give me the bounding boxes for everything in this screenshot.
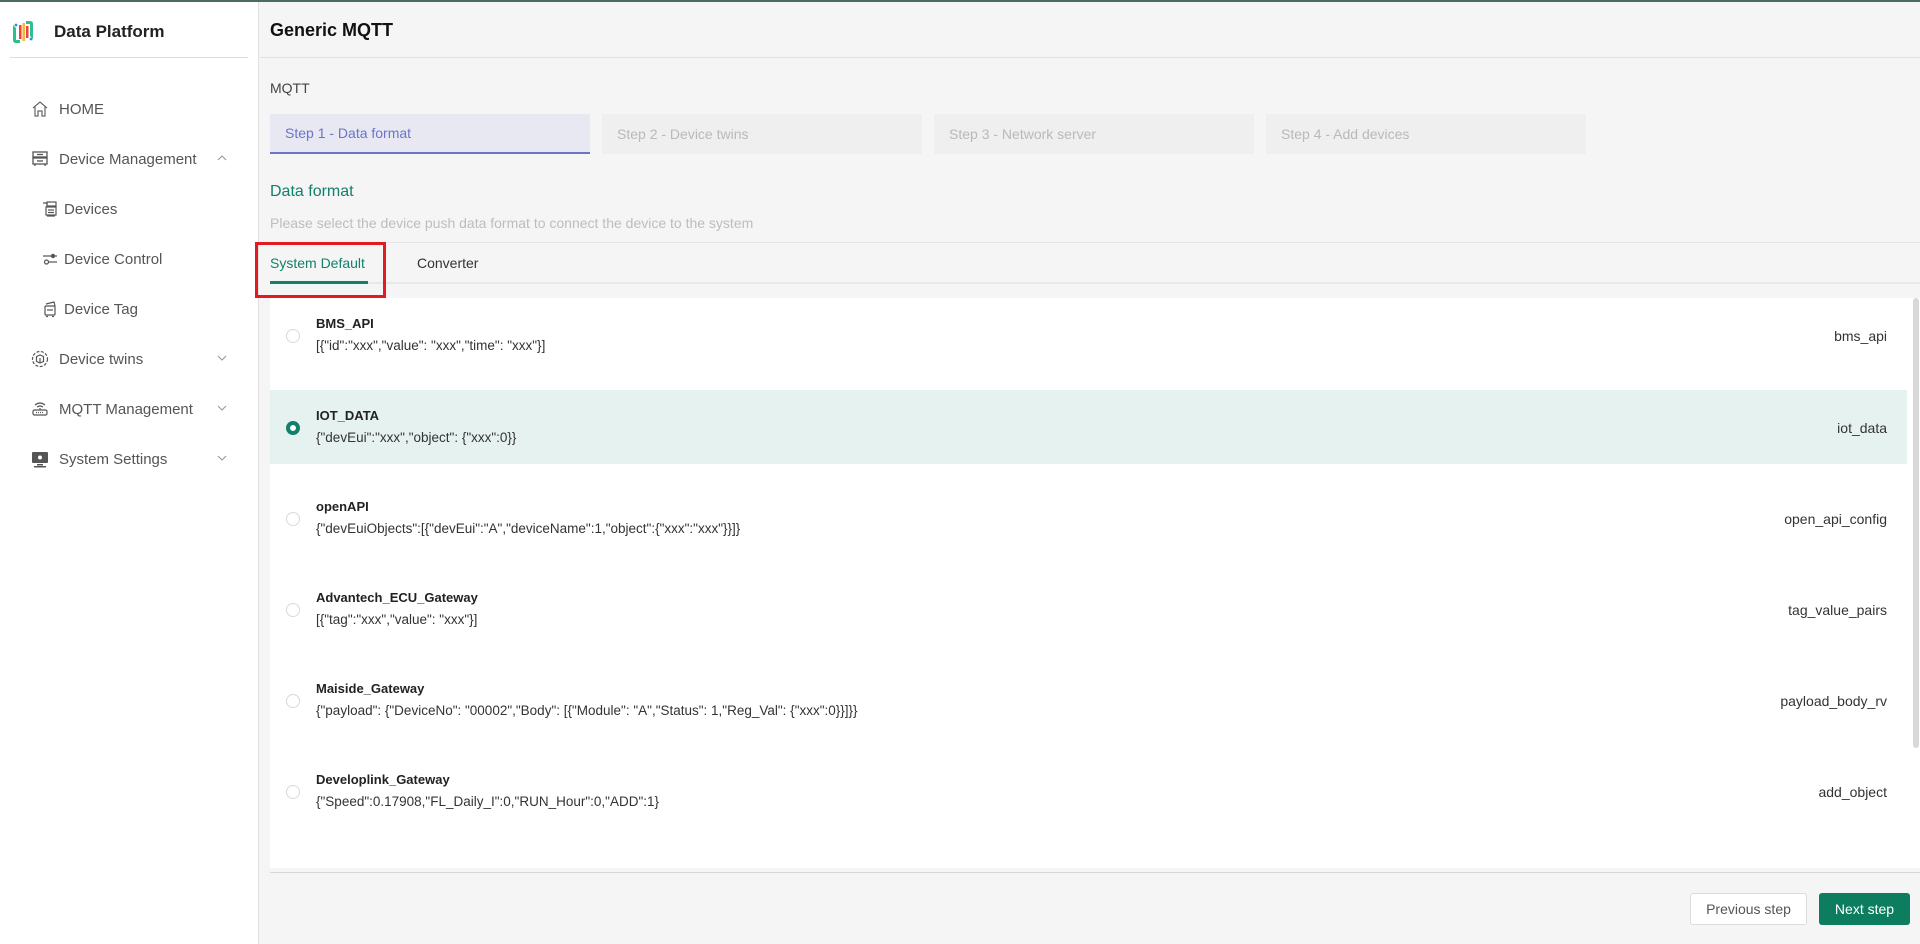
chevron-down-icon[interactable] [215,401,229,415]
sidebar-nav: HOME Device Management Devices Device Co… [0,84,259,484]
format-sample: {"devEuiObjects":[{"devEui":"A","deviceN… [316,521,741,536]
radio-button[interactable] [286,785,300,799]
sidebar-item-label: Device twins [59,350,144,368]
sidebar-item-label: Device Management [59,150,197,168]
radio-button[interactable] [286,329,300,343]
format-tabs: System Default Converter [270,242,1920,284]
sliders-icon [40,249,60,269]
format-name: Advantech_ECU_Gateway [316,590,478,605]
format-key: add_object [1818,784,1887,800]
tag-device-icon [40,299,60,319]
section-title: Data format [270,183,354,200]
sidebar-item-label: Device Control [64,250,163,268]
devices-icon [40,199,60,219]
list-item[interactable]: Advantech_ECU_Gateway [{"tag":"xxx","val… [270,572,1907,646]
format-sample: {"Speed":0.17908,"FL_Daily_I":0,"RUN_Hou… [316,794,660,809]
list-item[interactable]: Developlink_Gateway {"Speed":0.17908,"FL… [270,754,1907,828]
home-icon [30,99,50,119]
app-logo-icon [13,21,33,43]
sidebar-item-device-twins[interactable]: Device twins [0,334,259,384]
page-header: Generic MQTT [260,2,1920,58]
format-sample: {"payload": {"DeviceNo": "00002","Body":… [316,703,858,718]
format-key: tag_value_pairs [1788,602,1887,618]
chevron-up-icon[interactable] [215,151,229,165]
format-name: openAPI [316,499,369,514]
monitor-icon [30,449,50,469]
step-add-devices[interactable]: Step 4 - Add devices [1266,114,1586,154]
sidebar-item-label: MQTT Management [59,400,193,418]
format-name: IOT_DATA [316,408,380,423]
brand-divider [10,57,248,58]
sidebar-item-label: System Settings [59,450,168,468]
format-sample: [{"id":"xxx","value": "xxx","time": "xxx… [316,338,546,353]
stepper: Step 1 - Data format Step 2 - Device twi… [270,114,1586,154]
sidebar-item-devices[interactable]: Devices [0,184,259,234]
footer-divider [270,872,1920,873]
radio-button[interactable] [286,421,300,435]
app-name: Data Platform [54,22,165,41]
radio-button[interactable] [286,694,300,708]
format-sample: {"devEui":"xxx","object": {"xxx":0}} [316,430,517,445]
active-tab-indicator [270,281,368,284]
chevron-down-icon[interactable] [215,451,229,465]
step-data-format[interactable]: Step 1 - Data format [270,114,590,154]
list-item[interactable]: Maiside_Gateway {"payload": {"DeviceNo":… [270,663,1907,737]
brand[interactable]: Data Platform [10,14,165,50]
tab-converter[interactable]: Converter [417,255,478,271]
sidebar-item-label: Device Tag [64,300,138,318]
sidebar-item-mqtt-management[interactable]: MQTT Management [0,384,259,434]
sidebar-item-home[interactable]: HOME [0,84,259,134]
sidebar-item-device-tag[interactable]: Device Tag [0,284,259,334]
next-step-button[interactable]: Next step [1819,893,1910,925]
sidebar-item-device-management[interactable]: Device Management [0,134,259,184]
format-name: BMS_API [316,316,374,331]
sidebar-item-device-control[interactable]: Device Control [0,234,259,284]
server-icon [30,149,50,169]
list-item[interactable]: IOT_DATA {"devEui":"xxx","object": {"xxx… [270,390,1907,464]
page-title: Generic MQTT [270,20,394,40]
breadcrumb: MQTT [270,80,310,96]
format-sample: [{"tag":"xxx","value": "xxx"}] [316,612,478,627]
format-list: BMS_API [{"id":"xxx","value": "xxx","tim… [270,298,1920,868]
list-scrollbar[interactable] [1913,298,1919,748]
step-network-server[interactable]: Step 3 - Network server [934,114,1254,154]
format-key: open_api_config [1784,511,1887,527]
format-name: Maiside_Gateway [316,681,425,696]
sidebar-item-label: HOME [59,100,104,118]
previous-step-button[interactable]: Previous step [1690,893,1807,925]
radio-button[interactable] [286,512,300,526]
main-content: Generic MQTT MQTT Step 1 - Data format S… [255,2,1920,944]
format-key: payload_body_rv [1780,693,1887,709]
tab-system-default[interactable]: System Default [270,255,365,271]
sidebar: Data Platform HOME Device Management Dev… [0,2,259,944]
section-description: Please select the device push data forma… [270,215,754,231]
format-key: iot_data [1837,420,1887,436]
twin-cube-icon [30,349,50,369]
format-key: bms_api [1834,328,1887,344]
list-item[interactable]: BMS_API [{"id":"xxx","value": "xxx","tim… [270,298,1907,372]
step-device-twins[interactable]: Step 2 - Device twins [602,114,922,154]
list-item[interactable]: openAPI {"devEuiObjects":[{"devEui":"A",… [270,481,1907,555]
radio-button[interactable] [286,603,300,617]
format-name: Developlink_Gateway [316,772,450,787]
router-icon [30,399,50,419]
chevron-down-icon[interactable] [215,351,229,365]
sidebar-item-label: Devices [64,200,118,218]
sidebar-item-system-settings[interactable]: System Settings [0,434,259,484]
